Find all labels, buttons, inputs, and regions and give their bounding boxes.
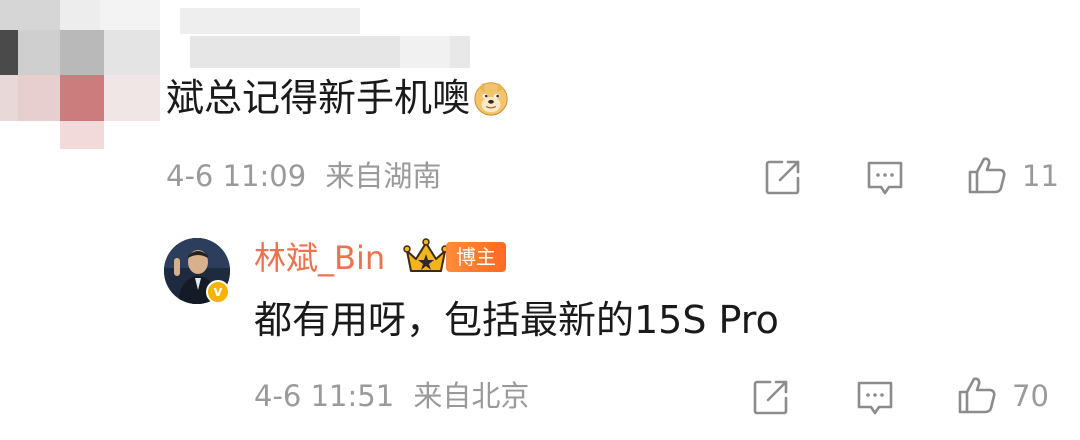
comment-date: 4-6 11:09 (166, 159, 307, 193)
reply-comment-button[interactable] (854, 376, 896, 418)
reply-date: 4-6 11:51 (254, 379, 395, 413)
username[interactable]: 林斌_Bin (254, 238, 385, 278)
crown-icon (403, 237, 449, 277)
comment-location: 来自湖南 (325, 159, 442, 193)
comment-icon (867, 161, 903, 195)
reply-location: 来自北京 (413, 379, 530, 413)
like-icon (968, 157, 1006, 194)
reply-share-button[interactable] (750, 376, 792, 418)
like-button[interactable] (966, 154, 1008, 196)
verified-icon: v (206, 280, 230, 304)
doge-emoji-icon (472, 79, 510, 117)
share-button[interactable] (762, 156, 804, 198)
comment-text: 斌总记得新手机噢 (166, 74, 510, 122)
reply-text: 都有用呀，包括最新的15S Pro (254, 298, 779, 342)
share-icon (765, 160, 800, 195)
reply-like-button[interactable] (956, 374, 998, 416)
share-icon (753, 380, 788, 415)
comment-text-content: 斌总记得新手机噢 (166, 76, 471, 120)
like-count: 11 (1022, 159, 1059, 193)
comment-icon (857, 381, 893, 415)
comment-meta: 4-6 11:09 来自湖南 (166, 158, 441, 194)
reply-button[interactable] (864, 156, 906, 198)
reply-like-count: 70 (1012, 379, 1049, 413)
blogger-badge: 博主 (446, 242, 506, 272)
reply-meta: 4-6 11:51 来自北京 (254, 378, 529, 414)
like-icon (958, 377, 996, 414)
